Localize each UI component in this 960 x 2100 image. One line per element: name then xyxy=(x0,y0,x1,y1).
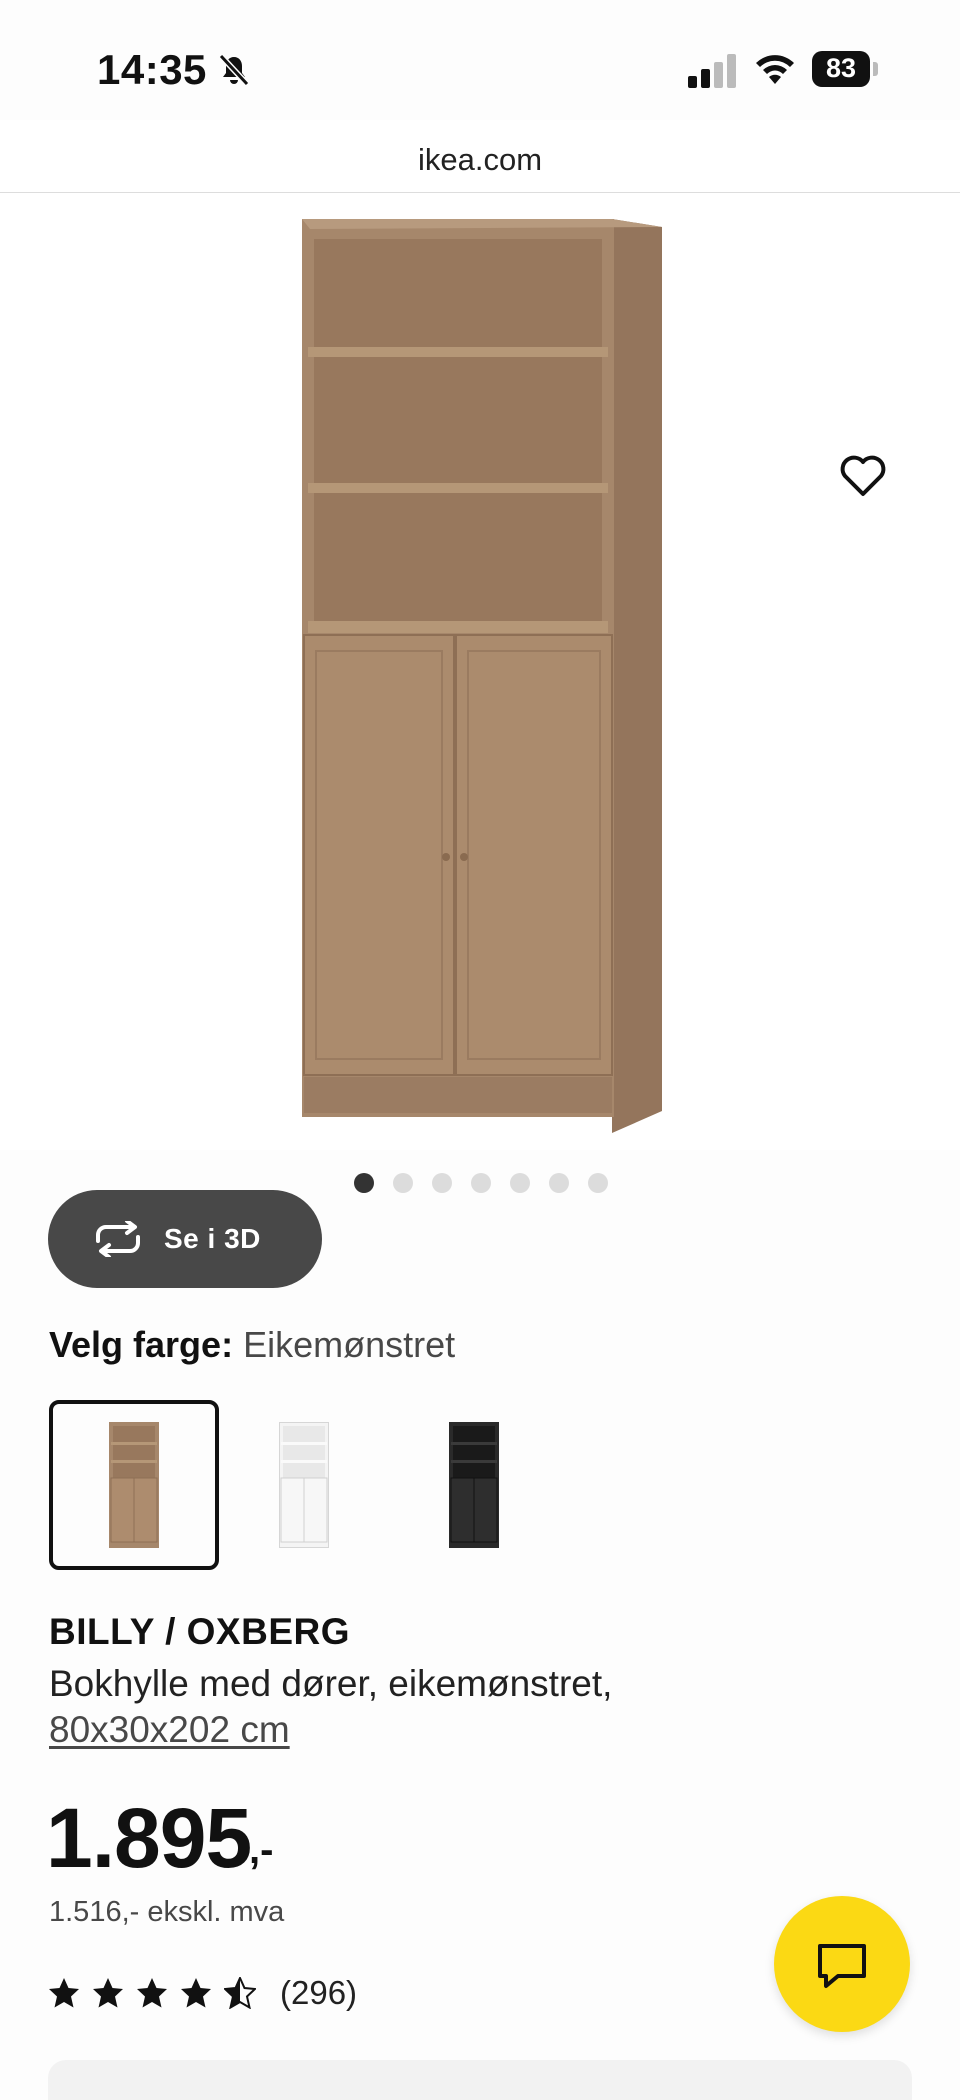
status-time: 14:35 xyxy=(97,46,207,93)
bottom-card xyxy=(48,2060,912,2100)
product-gallery[interactable]: Se i 3D xyxy=(0,193,960,1288)
swatch-black-image xyxy=(449,1422,499,1548)
bell-muted-icon xyxy=(218,53,250,87)
product-image[interactable] xyxy=(290,205,670,1135)
color-selector-label: Velg farge: Eikemønstret xyxy=(49,1324,455,1366)
review-count[interactable]: (296) xyxy=(280,1974,357,2012)
star-icon xyxy=(93,1978,123,2008)
status-bar: 14:35 83 xyxy=(0,0,960,120)
product-price: 1.895 xyxy=(46,1791,252,1885)
view-3d-label: Se i 3D xyxy=(164,1223,261,1254)
product-size-link[interactable]: 80x30x202 cm xyxy=(49,1709,290,1751)
signal-icon xyxy=(688,54,736,88)
gallery-dot[interactable] xyxy=(432,1173,452,1193)
gallery-dot[interactable] xyxy=(510,1173,530,1193)
star-half-icon xyxy=(224,1977,256,2009)
rating-stars[interactable] xyxy=(48,1977,256,2009)
color-label-value: Eikemønstret xyxy=(243,1324,456,1365)
gallery-dot[interactable] xyxy=(549,1173,569,1193)
swatch-oak-image xyxy=(109,1422,159,1548)
gallery-dot[interactable] xyxy=(471,1173,491,1193)
chat-button[interactable] xyxy=(774,1896,910,2032)
color-swatch-white[interactable] xyxy=(219,1400,389,1570)
rotate-3d-icon xyxy=(96,1221,140,1257)
product-name: BILLY / OXBERG xyxy=(49,1611,351,1652)
wifi-icon xyxy=(756,55,794,84)
address-bar[interactable]: ikea.com xyxy=(0,120,960,193)
star-icon xyxy=(181,1978,211,2008)
color-label-title: Velg farge: xyxy=(49,1324,234,1365)
chat-icon xyxy=(818,1944,866,1988)
star-icon xyxy=(137,1978,167,2008)
gallery-pagination xyxy=(354,1173,608,1193)
price-ex-vat: 1.516,- ekskl. mva xyxy=(49,1896,285,1928)
url-text: ikea.com xyxy=(417,142,543,177)
heart-icon[interactable] xyxy=(838,450,888,500)
view-3d-button[interactable]: Se i 3D xyxy=(48,1190,322,1288)
gallery-dot[interactable] xyxy=(354,1173,374,1193)
color-swatches xyxy=(49,1400,559,1570)
battery-level: 83 xyxy=(825,53,857,83)
gallery-dot[interactable] xyxy=(393,1173,413,1193)
star-icon xyxy=(49,1978,79,2008)
battery-icon: 83 xyxy=(812,51,880,87)
product-description: Bokhylle med dører, eikemønstret, xyxy=(49,1663,613,1704)
gallery-dot[interactable] xyxy=(588,1173,608,1193)
swatch-white-image xyxy=(279,1422,329,1548)
color-swatch-oak[interactable] xyxy=(49,1400,219,1570)
color-swatch-black[interactable] xyxy=(389,1400,559,1570)
price-suffix: ,- xyxy=(249,1828,274,1872)
